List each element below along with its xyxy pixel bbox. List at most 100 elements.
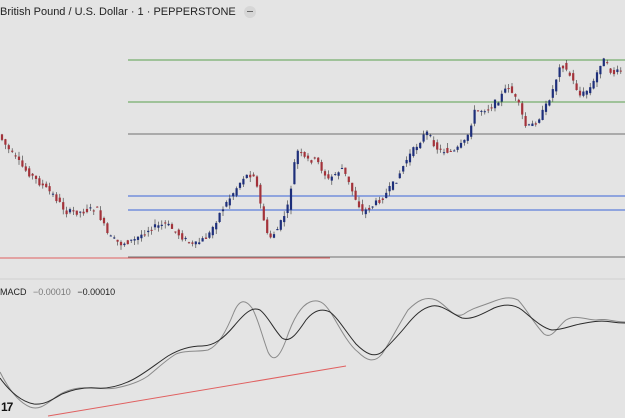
candle-body: [119, 241, 123, 246]
candle-body: [170, 224, 174, 229]
candle-body: [538, 119, 541, 123]
candle-body: [55, 194, 58, 202]
candle-body: [208, 232, 211, 238]
candle-body: [167, 223, 170, 226]
candle-body: [48, 186, 51, 192]
macd-trendline-red[interactable]: [47, 365, 347, 417]
candle-body: [306, 155, 310, 159]
candle-body: [4, 139, 7, 145]
candle-body: [0, 134, 4, 140]
candle-body: [201, 238, 204, 242]
candle-body: [24, 166, 27, 171]
candle-body: [504, 88, 507, 93]
candle-body: [541, 109, 544, 120]
candle-body: [296, 150, 299, 165]
candle-body: [381, 198, 384, 200]
candle-body: [337, 172, 340, 176]
candle-body: [181, 233, 184, 240]
candle-body: [606, 62, 609, 64]
candle-body: [245, 174, 248, 179]
candle-body: [497, 102, 500, 106]
candle-body: [85, 208, 89, 213]
candle-body: [354, 190, 357, 200]
candle-body: [140, 234, 143, 239]
candle-body: [153, 224, 157, 228]
candle-body: [351, 182, 354, 192]
candle-body: [589, 87, 592, 94]
candle-body: [459, 142, 463, 148]
symbol-title[interactable]: British Pound / U.S. Dollar · 1 · PEPPER…: [0, 6, 236, 18]
candle-body: [561, 65, 565, 69]
candle-body: [548, 100, 551, 106]
candle-body: [293, 162, 296, 185]
candle-body: [402, 166, 405, 172]
candle-body: [612, 70, 616, 75]
macd-signal-line: [0, 297, 625, 409]
tradingview-logo[interactable]: 17: [1, 400, 13, 414]
candle-body: [14, 155, 17, 157]
candle-body: [449, 150, 452, 152]
candle-body: [191, 242, 194, 244]
candle-body: [521, 103, 524, 115]
candle-body: [194, 241, 197, 245]
candle-body: [143, 234, 146, 236]
candle-body: [259, 184, 262, 204]
candle-body: [276, 229, 279, 231]
candle-body: [463, 139, 466, 143]
candle-body: [249, 174, 252, 178]
candle-body: [476, 110, 480, 112]
candle-body: [425, 131, 429, 136]
candle-body: [51, 193, 55, 195]
candle-body: [232, 193, 235, 197]
candle-body: [320, 162, 323, 171]
candle-body: [507, 88, 510, 90]
candle-body: [500, 93, 503, 102]
candle-body: [255, 176, 259, 187]
candle-body: [252, 174, 255, 177]
candle-body: [385, 192, 388, 199]
candle-body: [487, 109, 490, 111]
candle-body: [524, 116, 527, 126]
candle-body: [164, 222, 167, 224]
macd-signal-value: −0.00010: [77, 287, 116, 297]
candle-body: [470, 125, 473, 137]
candle-body: [453, 150, 456, 152]
candle-body: [490, 107, 493, 109]
candle-body: [578, 90, 582, 96]
candle-body: [62, 202, 65, 210]
candle-body: [446, 147, 449, 153]
candle-body: [174, 231, 177, 233]
candle-body: [439, 148, 442, 150]
candle-body: [106, 223, 109, 234]
candle-body: [133, 239, 136, 241]
macd-label[interactable]: MACD: [0, 287, 27, 297]
candle-body: [493, 99, 497, 109]
candle-body: [160, 224, 163, 226]
candle-body: [473, 109, 476, 124]
macd-line: [0, 304, 625, 405]
candle-body: [102, 217, 106, 224]
candle-body: [558, 67, 561, 78]
candle-body: [204, 237, 208, 239]
candle-body: [551, 89, 554, 98]
candle-body: [361, 204, 364, 212]
candle-body: [357, 201, 361, 208]
candle-body: [313, 157, 316, 159]
candle-body: [483, 111, 486, 113]
candle-body: [514, 94, 517, 97]
candle-body: [432, 140, 435, 147]
candle-body: [34, 175, 38, 179]
price-chart[interactable]: [0, 0, 625, 418]
candle-body: [286, 204, 289, 214]
candle-body: [218, 212, 221, 223]
candle-body: [211, 226, 214, 236]
candle-body: [7, 145, 10, 150]
candle-body: [45, 183, 48, 188]
candle-body: [510, 86, 514, 93]
candle-body: [575, 83, 578, 91]
candle-body: [327, 174, 330, 179]
candle-body: [92, 210, 95, 212]
collapse-icon[interactable]: [243, 6, 256, 18]
candle-body: [572, 73, 575, 81]
candle-body: [72, 210, 75, 212]
